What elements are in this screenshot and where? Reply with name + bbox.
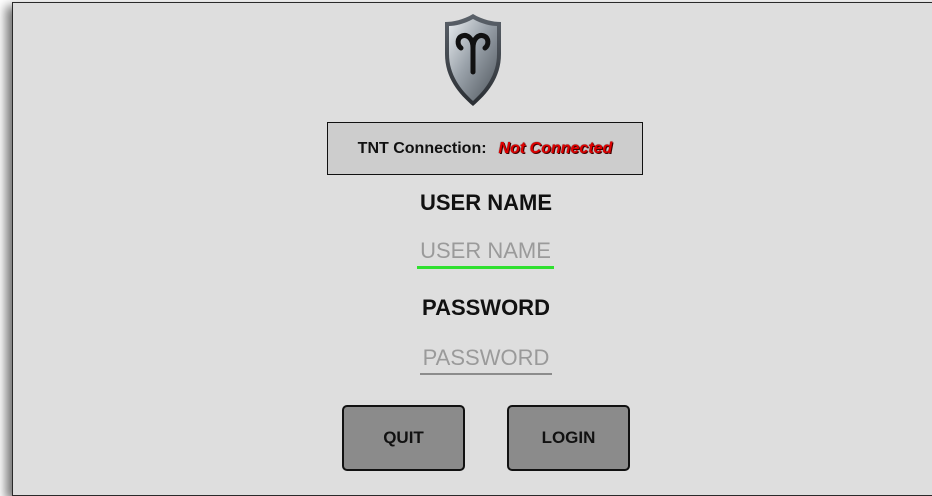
username-label: USER NAME xyxy=(419,190,552,215)
aries-shield-icon xyxy=(445,14,501,106)
username-input[interactable] xyxy=(417,236,554,266)
password-label: PASSWORD xyxy=(422,295,550,320)
password-field-wrap xyxy=(420,342,552,375)
username-field-wrap xyxy=(417,236,554,269)
quit-button[interactable]: QUIT xyxy=(342,405,465,471)
connection-status: TNT Connection: Not Connected xyxy=(327,122,643,175)
connection-status-value: Not Connected xyxy=(498,139,613,157)
password-input[interactable] xyxy=(420,342,552,373)
login-button[interactable]: LOGIN xyxy=(507,405,630,471)
connection-status-label: TNT Connection: xyxy=(357,139,487,157)
